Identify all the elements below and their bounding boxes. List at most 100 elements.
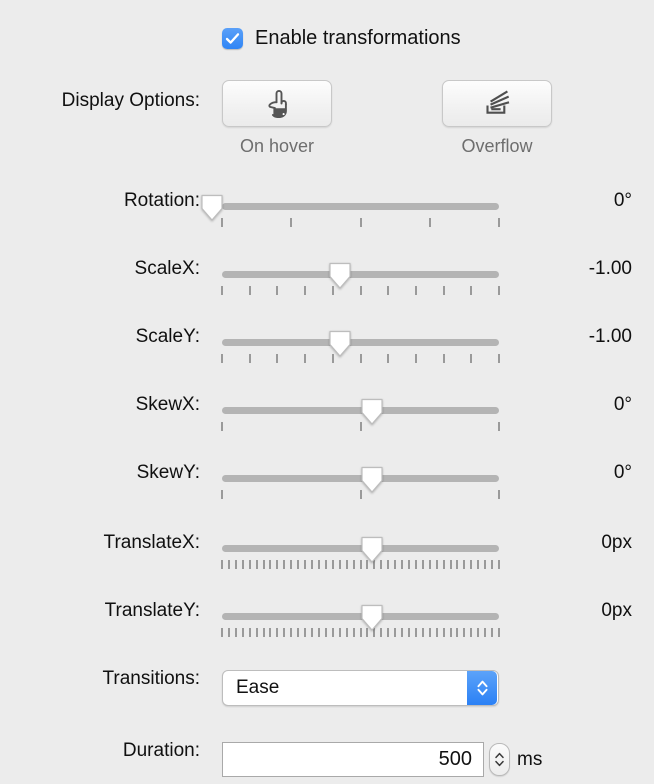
slider-tick: [491, 560, 494, 569]
slider-tick: [359, 286, 362, 295]
slider-tick: [484, 628, 487, 637]
translatey-label: TranslateY:: [104, 600, 200, 621]
slider-tick: [241, 560, 244, 569]
transitions-selected-value: Ease: [236, 677, 280, 698]
slider-tick: [227, 628, 230, 637]
slider-tick: [414, 286, 417, 295]
slider-tick: [463, 628, 466, 637]
slider-tick: [317, 560, 320, 569]
slider-thumb[interactable]: [360, 398, 385, 426]
slider-tick: [394, 560, 397, 569]
slider-tick: [311, 628, 314, 637]
rotation-label: Rotation:: [123, 190, 200, 211]
skewy-label: SkewY:: [136, 462, 200, 483]
slider-tick: [463, 560, 466, 569]
slider-tick: [442, 354, 445, 363]
slider-tick: [317, 628, 320, 637]
slider-tick: [290, 560, 293, 569]
on-hover-caption: On hover: [239, 136, 315, 156]
slider-ticks: [221, 218, 500, 227]
slider-tick: [290, 628, 293, 637]
slider-track[interactable]: [222, 203, 499, 210]
slider-tick: [407, 628, 410, 637]
slider-tick: [477, 560, 480, 569]
duration-input[interactable]: 500: [222, 742, 484, 777]
duration-field-group: 500 ms: [222, 742, 542, 777]
slider-tick: [221, 354, 223, 363]
enable-transformations-checkbox[interactable]: [222, 27, 243, 49]
duration-unit: ms: [517, 748, 543, 770]
scaley-label: ScaleY:: [135, 326, 200, 347]
slider-tick: [234, 560, 237, 569]
slider-tick: [387, 628, 390, 637]
enable-transformations-row[interactable]: Enable transformations: [222, 27, 461, 49]
slider-tick: [352, 628, 355, 637]
slider-thumb[interactable]: [360, 466, 385, 494]
translatex-row: TranslateX: 0px: [0, 532, 654, 569]
chevron-updown-icon: [476, 680, 488, 696]
slider-thumb[interactable]: [328, 330, 353, 358]
skewx-value: 0°: [613, 394, 632, 415]
slider-track[interactable]: [222, 271, 499, 278]
slider-tick: [414, 628, 417, 637]
slider-tick: [470, 286, 473, 295]
slider-tick: [449, 560, 452, 569]
transitions-select[interactable]: Ease: [222, 670, 499, 706]
slider-tick: [387, 560, 390, 569]
slider-thumb[interactable]: [360, 536, 385, 564]
slider-tick: [227, 560, 230, 569]
overflow-button[interactable]: [442, 80, 552, 127]
skewy-row: SkewY: 0°: [0, 462, 654, 499]
transformations-panel: Enable transformations Display Options: …: [0, 0, 654, 784]
slider-tick: [269, 560, 272, 569]
transitions-popup-button[interactable]: [467, 671, 497, 705]
translatex-label: TranslateX:: [103, 532, 200, 553]
rotation-value: 0°: [613, 190, 632, 211]
slider-tick: [414, 560, 417, 569]
translatex-value: 0px: [601, 532, 632, 553]
slider-tick: [269, 628, 272, 637]
scalex-value: -1.00: [588, 258, 632, 279]
slider-thumb[interactable]: [360, 604, 385, 632]
slider-thumb[interactable]: [200, 194, 225, 222]
slider-tick: [345, 560, 348, 569]
slider-tick: [359, 218, 362, 227]
slider-tick: [262, 628, 265, 637]
slider-tick: [338, 628, 341, 637]
slider-tick: [283, 628, 286, 637]
scaley-value: -1.00: [588, 326, 632, 347]
slider-tick: [498, 560, 500, 569]
slider-thumb[interactable]: [328, 262, 353, 290]
slider-tick: [338, 560, 341, 569]
slider-tick: [394, 628, 397, 637]
slider-tick: [221, 628, 223, 637]
slider-tick: [428, 218, 431, 227]
slider-tick: [304, 560, 307, 569]
on-hover-button[interactable]: [222, 80, 332, 127]
slider-tick: [401, 628, 404, 637]
slider-tick: [304, 628, 307, 637]
slider-tick: [421, 628, 424, 637]
slider-tick: [234, 628, 237, 637]
slider-tick: [491, 628, 494, 637]
scalex-label: ScaleX:: [134, 258, 200, 279]
skewy-value: 0°: [613, 462, 632, 483]
slider-tick: [456, 628, 459, 637]
slider-tick: [456, 560, 459, 569]
overflow-stack-icon: [486, 90, 510, 114]
duration-stepper[interactable]: [489, 743, 510, 776]
slider-tick: [297, 628, 300, 637]
slider-track[interactable]: [222, 339, 499, 346]
slider-tick: [255, 560, 258, 569]
slider-tick: [248, 286, 251, 295]
slider-tick: [498, 422, 500, 431]
overflow-caption: Overflow: [461, 136, 533, 156]
slider-tick: [387, 286, 390, 295]
slider-tick: [428, 628, 431, 637]
slider-tick: [311, 560, 314, 569]
slider-tick: [498, 218, 500, 227]
pointing-hand-icon: [268, 89, 287, 118]
scalex-row: ScaleX: -1.00: [0, 258, 654, 295]
translatey-value: 0px: [601, 600, 632, 621]
slider-tick: [498, 286, 500, 295]
